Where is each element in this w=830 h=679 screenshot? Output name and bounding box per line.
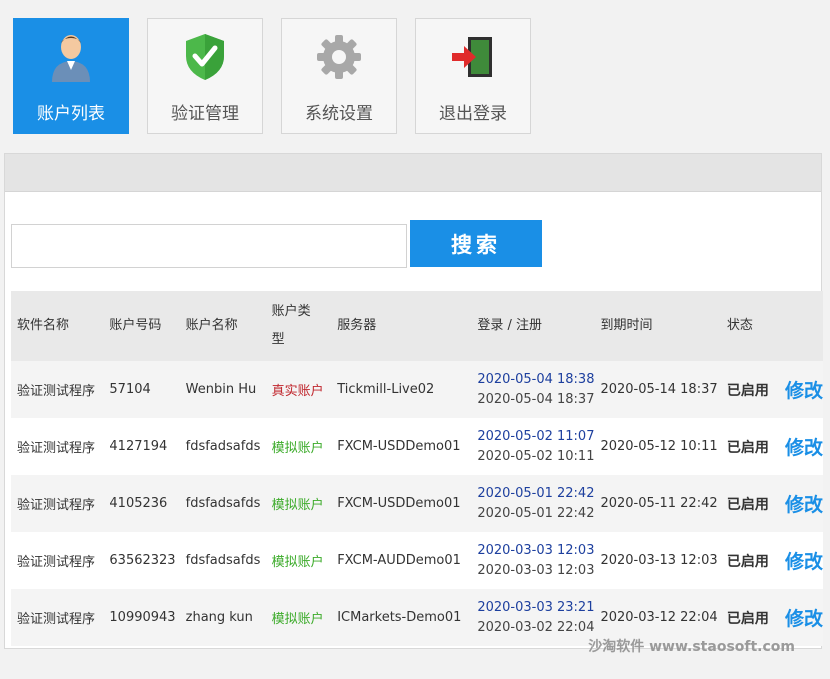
cell-account-no: 4127194 [103,418,180,475]
cell-expiry: 2020-03-13 12:03 [594,532,721,589]
nav-tile-system-settings[interactable]: 系统设置 [281,18,397,134]
cell-server: FXCM-USDDemo01 [331,475,472,532]
cell-account-name: fdsfadsafds [179,532,266,589]
cell-account-no: 63562323 [103,532,180,589]
cell-account-type: 模拟账户 [265,532,332,589]
login-time: 2020-05-01 22:42 [477,485,595,501]
col-header-status: 状态 [720,291,779,361]
edit-link[interactable]: 修改 [778,532,823,589]
watermark: 沙淘软件 www.staosoft.com [588,639,795,655]
cell-login-reg: 2020-05-04 18:38 2020-05-04 18:37 [471,361,595,418]
cell-status: 已启用 [720,361,779,418]
col-header-account-type: 账户类型 [265,291,332,361]
cell-account-type: 模拟账户 [265,418,332,475]
col-header-login-reg: 登录 / 注册 [471,291,595,361]
cell-account-name: fdsfadsafds [179,475,266,532]
cell-server: FXCM-USDDemo01 [331,418,472,475]
panel-header [5,154,821,192]
cell-software: 验证测试程序 [11,418,104,475]
col-header-action [778,291,823,361]
top-nav: 账户列表 验证管理 系统设置 退出登录 [13,18,531,134]
cell-software: 验证测试程序 [11,532,104,589]
register-time: 2020-05-02 10:11 [477,448,595,464]
table-row: 验证测试程序 4105236 fdsfadsafds 模拟账户 FXCM-USD… [11,475,823,532]
search-button[interactable]: 搜索 [410,220,542,267]
nav-label: 系统设置 [305,104,373,124]
cell-expiry: 2020-05-14 18:37 [594,361,721,418]
register-time: 2020-05-04 18:37 [477,391,595,407]
cell-account-name: Wenbin Hu [179,361,266,418]
login-time: 2020-05-02 11:07 [477,428,595,444]
search-input[interactable] [11,224,407,268]
register-time: 2020-03-02 22:04 [477,619,595,635]
nav-label: 账户列表 [37,104,105,124]
col-header-server: 服务器 [331,291,472,361]
cell-server: ICMarkets-Demo01 [331,589,472,646]
login-time: 2020-03-03 23:21 [477,599,595,615]
cell-software: 验证测试程序 [11,589,104,646]
nav-label: 退出登录 [439,104,507,124]
edit-link[interactable]: 修改 [778,418,823,475]
cell-login-reg: 2020-05-01 22:42 2020-05-01 22:42 [471,475,595,532]
cell-login-reg: 2020-03-03 23:21 2020-03-02 22:04 [471,589,595,646]
register-time: 2020-03-03 12:03 [477,562,595,578]
col-header-account-type-line1: 账户类 [271,304,311,319]
account-table: 软件名称 账户号码 账户名称 账户类型 服务器 登录 / 注册 到期时间 状态 … [11,291,823,646]
cell-account-type: 真实账户 [265,361,332,418]
table-header-row: 软件名称 账户号码 账户名称 账户类型 服务器 登录 / 注册 到期时间 状态 [11,291,823,361]
col-header-account-name: 账户名称 [179,291,266,361]
cell-software: 验证测试程序 [11,475,104,532]
nav-tile-verify-manage[interactable]: 验证管理 [147,18,263,134]
cell-status: 已启用 [720,475,779,532]
cell-account-no: 57104 [103,361,180,418]
cell-status: 已启用 [720,532,779,589]
nav-tile-account-list[interactable]: 账户列表 [13,18,129,134]
account-list-panel: 搜索 软件名称 账户号码 账户名称 账户类型 服务器 登录 / 注册 到期时间 … [4,153,823,649]
cell-login-reg: 2020-03-03 12:03 2020-03-03 12:03 [471,532,595,589]
login-time: 2020-03-03 12:03 [477,542,595,558]
col-header-expiry: 到期时间 [594,291,721,361]
cell-server: FXCM-AUDDemo01 [331,532,472,589]
user-icon [45,31,97,83]
register-time: 2020-05-01 22:42 [477,505,595,521]
table-row: 验证测试程序 63562323 fdsfadsafds 模拟账户 FXCM-AU… [11,532,823,589]
nav-tile-logout[interactable]: 退出登录 [415,18,531,134]
cell-software: 验证测试程序 [11,361,104,418]
shield-check-icon [179,31,231,83]
cell-login-reg: 2020-05-02 11:07 2020-05-02 10:11 [471,418,595,475]
gear-icon [313,31,365,83]
table-row: 验证测试程序 57104 Wenbin Hu 真实账户 Tickmill-Liv… [11,361,823,418]
cell-account-no: 10990943 [103,589,180,646]
col-header-account-no: 账户号码 [103,291,180,361]
cell-account-no: 4105236 [103,475,180,532]
cell-account-type: 模拟账户 [265,475,332,532]
col-header-software: 软件名称 [11,291,104,361]
login-time: 2020-05-04 18:38 [477,371,595,387]
cell-account-name: fdsfadsafds [179,418,266,475]
cell-account-type: 模拟账户 [265,589,332,646]
table-row: 验证测试程序 4127194 fdsfadsafds 模拟账户 FXCM-USD… [11,418,823,475]
edit-link[interactable]: 修改 [778,361,823,418]
cell-expiry: 2020-05-12 10:11 [594,418,721,475]
cell-account-name: zhang kun [179,589,266,646]
col-header-account-type-line2: 型 [271,332,285,347]
nav-label: 验证管理 [171,104,239,124]
logout-door-icon [447,31,499,83]
cell-status: 已启用 [720,418,779,475]
cell-server: Tickmill-Live02 [331,361,472,418]
edit-link[interactable]: 修改 [778,475,823,532]
cell-expiry: 2020-05-11 22:42 [594,475,721,532]
